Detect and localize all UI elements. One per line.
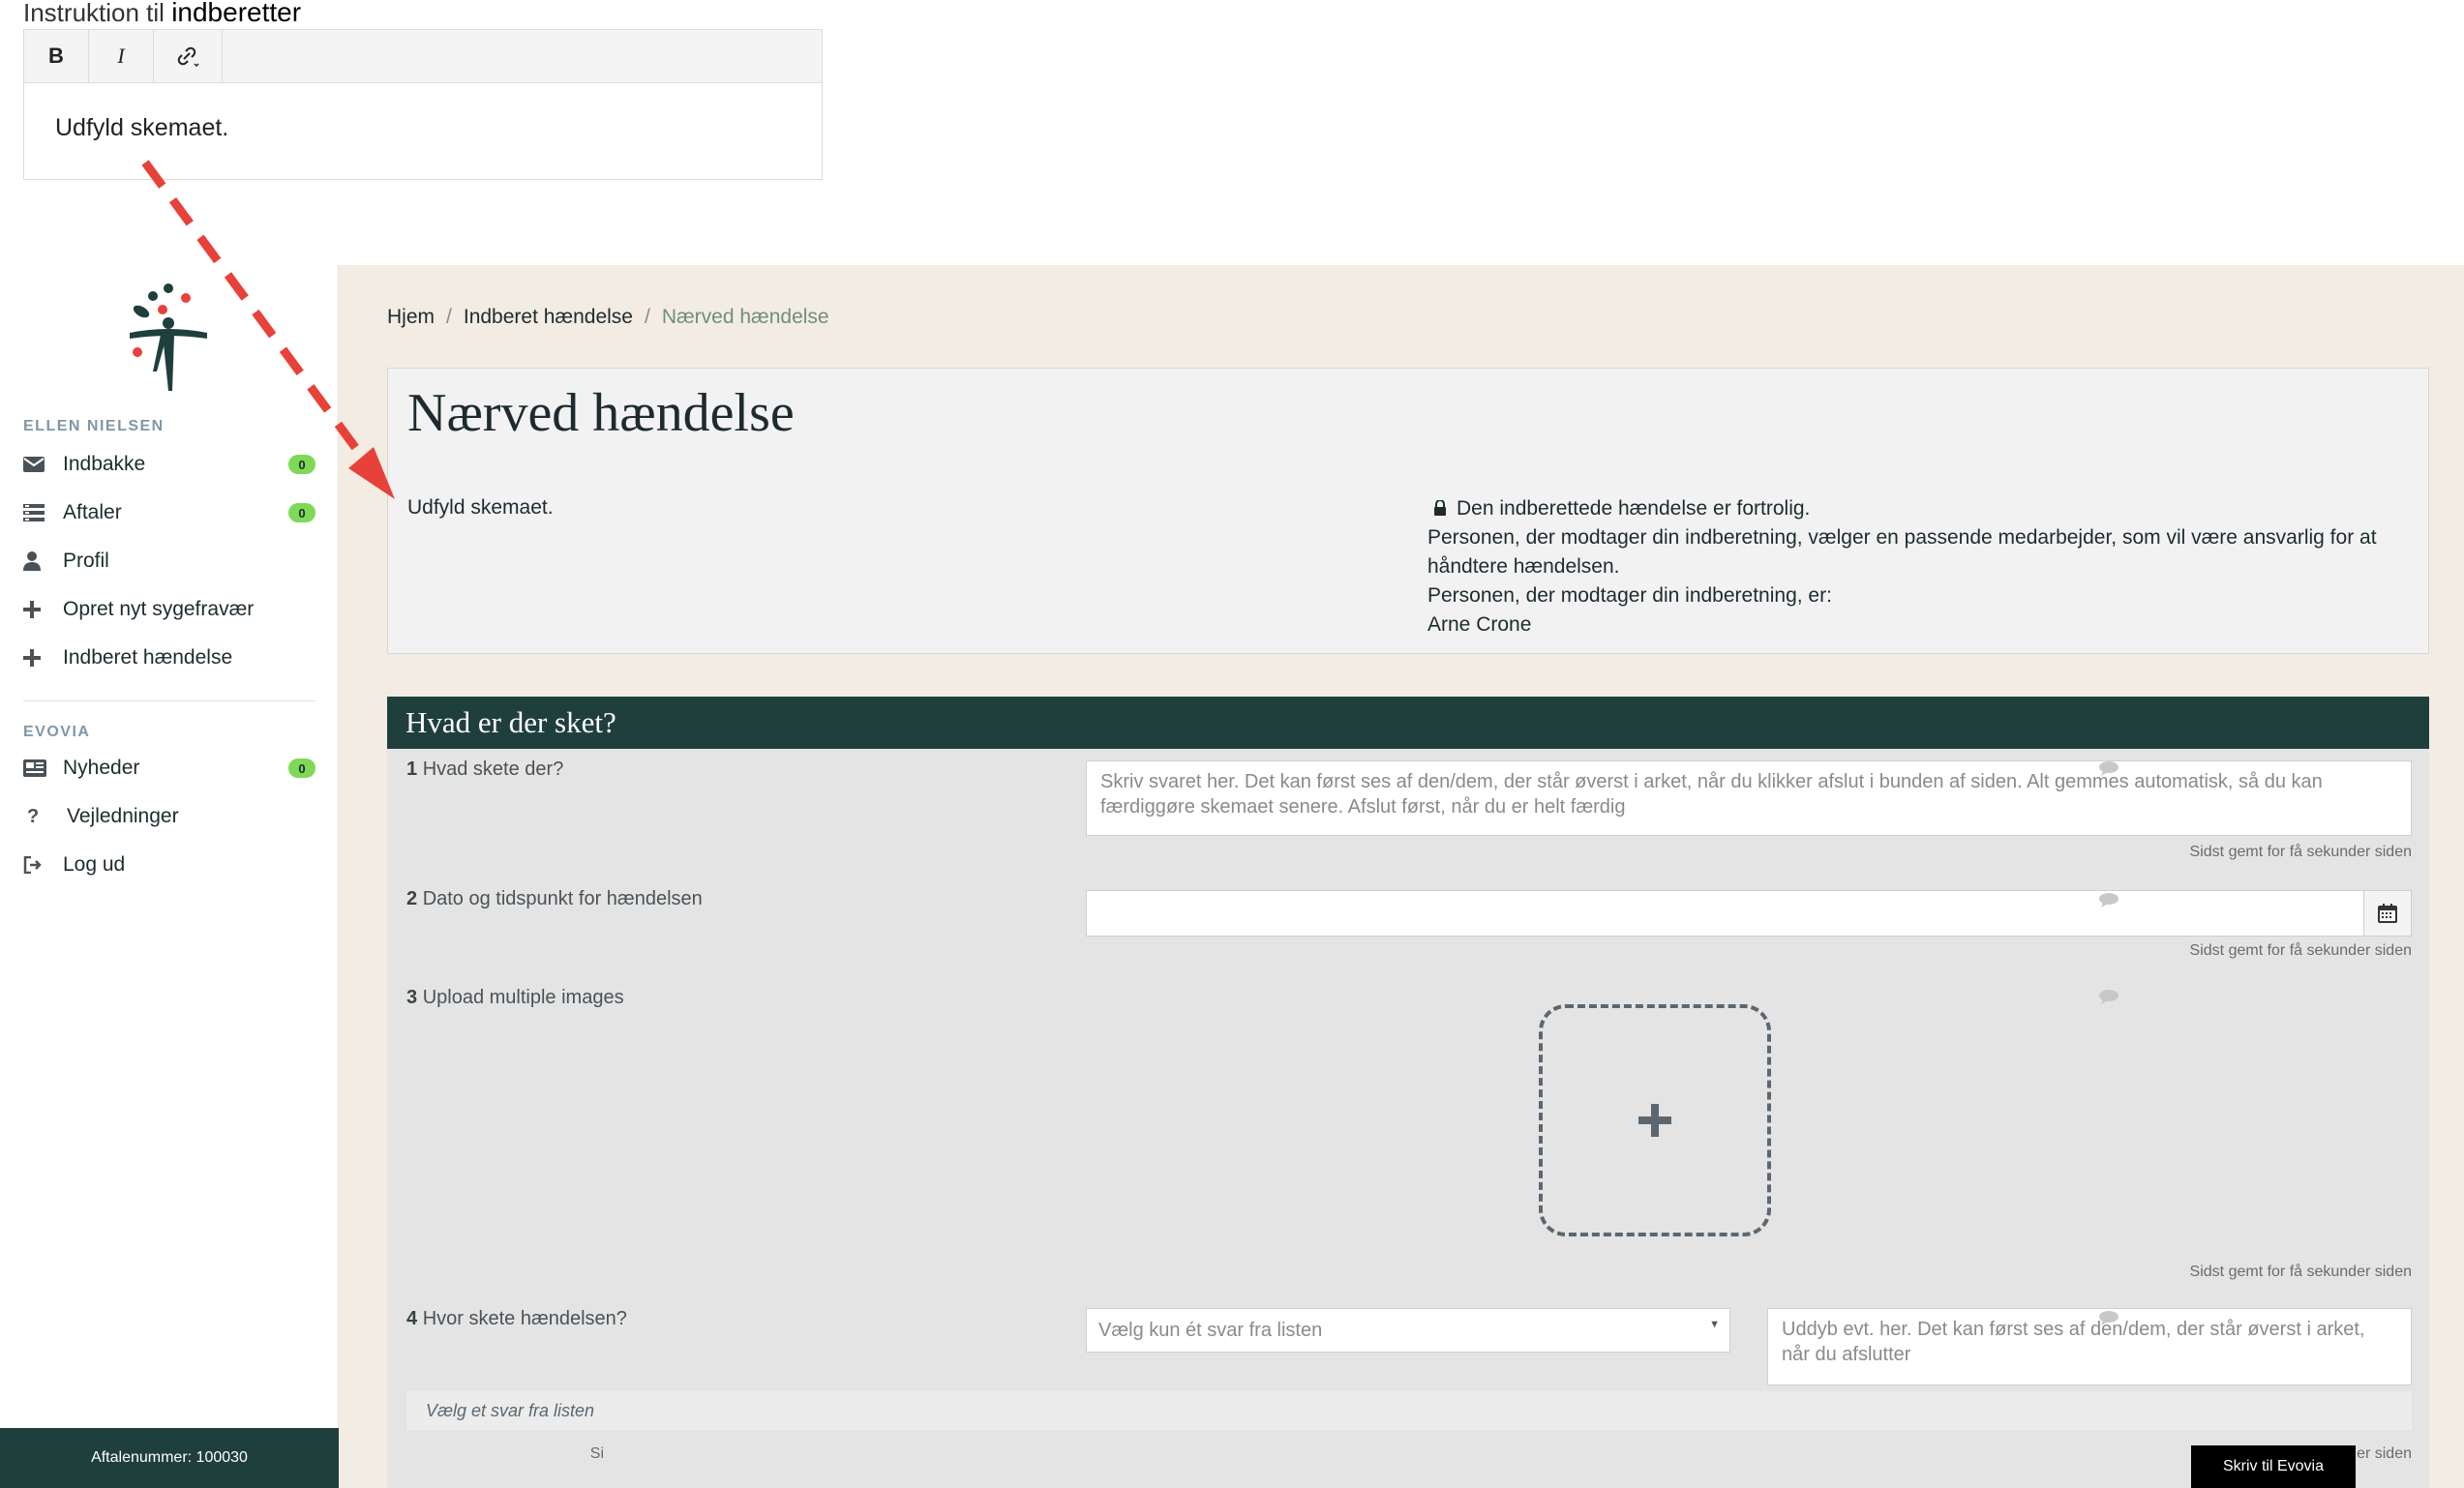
user-section-label: ELLEN NIELSEN <box>23 418 165 434</box>
question-number: 3 <box>406 987 418 1008</box>
saved-status-start: Si <box>589 1445 604 1462</box>
sidebar-item-label: Indberet hændelse <box>63 646 233 669</box>
saved-status: Sidst gemt for få sekunder siden <box>2189 844 2412 860</box>
plus-icon <box>23 649 50 667</box>
agreement-number: Aftalenummer: 100030 <box>0 1428 339 1488</box>
question-4-label: 4 Hvor skete hændelsen? <box>406 1308 627 1330</box>
receiver-name: Arne Crone <box>1427 613 1532 636</box>
question-icon: ? <box>27 805 40 827</box>
user-icon <box>23 551 50 571</box>
location-select[interactable]: Vælg kun ét svar fra listen ▼ <box>1086 1308 1730 1353</box>
lock-icon <box>1434 500 1446 516</box>
confidential-text: Den indberettede hændelse er fortrolig. <box>1457 497 1811 520</box>
sidebar-item-profil[interactable]: Profil <box>23 542 316 580</box>
evovia-logo <box>130 283 207 391</box>
comment-icon[interactable] <box>2098 1310 2119 1325</box>
instruction-title: Instruktion til indberetter <box>23 0 302 27</box>
section-header: Hvad er der sket? <box>387 697 2429 749</box>
question-3-label: 3 Upload multiple images <box>406 987 624 1009</box>
sidebar-divider <box>23 700 316 701</box>
link-button[interactable] <box>154 30 223 82</box>
breadcrumb-parent[interactable]: Indberet hændelse <box>464 306 633 329</box>
comment-icon[interactable] <box>2098 760 2119 776</box>
plus-icon <box>1638 1104 1671 1137</box>
datetime-input[interactable] <box>1086 890 2412 937</box>
newspaper-icon <box>23 759 50 777</box>
bold-button[interactable]: B <box>24 30 89 82</box>
list-icon <box>23 504 50 521</box>
link-icon <box>177 46 199 68</box>
intro-instruction: Udfyld skemaet. <box>407 496 554 519</box>
editor-content[interactable]: Udfyld skemaet. <box>24 83 822 142</box>
sidebar-item-vejledninger[interactable]: ? Vejledninger <box>23 797 316 836</box>
intro-card: Nærved hændelse Udfyld skemaet. Den indb… <box>387 368 2429 654</box>
calendar-icon <box>2378 904 2397 923</box>
envelope-icon <box>23 457 50 472</box>
sidebar-item-label: Opret nyt sygefravær <box>63 598 255 620</box>
editor-toolbar: B I <box>24 30 822 83</box>
main-content: Hjem / Indberet hændelse / Nærved hændel… <box>339 265 2464 1488</box>
saved-status: Sidst gemt for få sekunder siden <box>2189 1264 2412 1280</box>
sidebar: ELLEN NIELSEN Indbakke 0 Aftaler 0 Profi… <box>0 265 339 1488</box>
chevron-down-icon: ▼ <box>1709 1319 1720 1330</box>
form-area: 1 Hvad skete der? Skriv svaret her. Det … <box>387 749 2429 1488</box>
select-placeholder: Vælg kun ét svar fra listen <box>1098 1319 1323 1341</box>
instruction-editor[interactable]: B I Udfyld skemaet. <box>23 29 823 180</box>
question-1-textarea[interactable]: Skriv svaret her. Det kan først ses af d… <box>1086 760 2412 836</box>
sidebar-item-label: Vejledninger <box>67 805 179 827</box>
sidebar-item-nyheder[interactable]: Nyheder 0 <box>23 749 316 788</box>
breadcrumb-home[interactable]: Hjem <box>387 306 435 329</box>
logout-icon <box>23 856 50 874</box>
count-badge: 0 <box>288 503 316 522</box>
comment-icon[interactable] <box>2098 989 2119 1004</box>
receiver-note: Personen, der modtager din indberetning,… <box>1427 526 2377 578</box>
saved-status-end: er siden <box>2357 1445 2412 1462</box>
saved-status: Sidst gemt for få sekunder siden <box>2189 942 2412 959</box>
question-text: Hvad skete der? <box>422 759 564 780</box>
sidebar-item-opret-sygefravaer[interactable]: Opret nyt sygefravær <box>23 590 316 629</box>
confidentiality-info: Den indberettede hændelse er fortrolig. … <box>1427 494 2395 640</box>
image-upload-dropzone[interactable] <box>1539 1004 1771 1236</box>
count-badge: 0 <box>288 455 316 474</box>
receiver-label: Personen, der modtager din indberetning,… <box>1427 584 1832 607</box>
sidebar-item-indberet-haendelse[interactable]: Indberet hændelse <box>23 639 316 677</box>
instruction-title-prefix: Instruktion til <box>23 0 165 27</box>
comment-icon[interactable] <box>2098 892 2119 908</box>
page-title: Nærved hændelse <box>407 383 795 443</box>
question-text: Upload multiple images <box>422 987 624 1008</box>
select-hint: Vælg et svar fra listen <box>406 1391 2412 1430</box>
sidebar-item-log-ud[interactable]: Log ud <box>23 846 316 884</box>
instruction-title-word: indberetter <box>171 0 302 27</box>
breadcrumb-separator: / <box>645 306 650 328</box>
question-1-label: 1 Hvad skete der? <box>406 759 563 781</box>
sidebar-item-label: Indbakke <box>63 453 146 475</box>
breadcrumb: Hjem / Indberet hændelse / Nærved hændel… <box>387 306 829 329</box>
org-section-label: EVOVIA <box>23 724 91 740</box>
sidebar-item-label: Log ud <box>63 853 126 876</box>
sidebar-item-label: Aftaler <box>63 501 122 523</box>
question-text: Dato og tidspunkt for hændelsen <box>422 888 703 909</box>
sidebar-item-indbakke[interactable]: Indbakke 0 <box>23 445 316 484</box>
plus-icon <box>23 601 50 618</box>
question-number: 1 <box>406 759 418 780</box>
breadcrumb-separator: / <box>446 306 452 328</box>
sidebar-item-label: Profil <box>63 550 109 572</box>
chat-button[interactable]: Skriv til Evovia <box>2191 1445 2356 1488</box>
location-details-textarea[interactable]: Uddyb evt. her. Det kan først ses af den… <box>1767 1308 2412 1385</box>
question-number: 4 <box>406 1308 418 1329</box>
question-text: Hvor skete hændelsen? <box>422 1308 627 1329</box>
sidebar-item-aftaler[interactable]: Aftaler 0 <box>23 493 316 532</box>
breadcrumb-current: Nærved hændelse <box>661 306 829 328</box>
sidebar-item-label: Nyheder <box>63 757 140 779</box>
question-number: 2 <box>406 888 418 909</box>
question-2-label: 2 Dato og tidspunkt for hændelsen <box>406 888 703 910</box>
count-badge: 0 <box>288 759 316 778</box>
calendar-button[interactable] <box>2363 891 2411 936</box>
italic-button[interactable]: I <box>89 30 154 82</box>
